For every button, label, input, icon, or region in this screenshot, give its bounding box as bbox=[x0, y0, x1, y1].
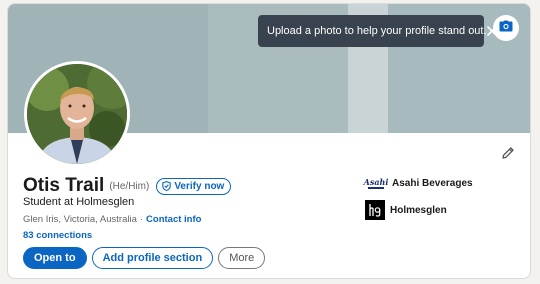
avatar[interactable] bbox=[24, 61, 130, 167]
location-text: Glen Iris, Victoria, Australia bbox=[23, 214, 137, 225]
shield-check-icon bbox=[162, 181, 172, 191]
pencil-icon bbox=[501, 146, 515, 165]
verify-now-button[interactable]: Verify now bbox=[156, 177, 232, 195]
profile-actions: Open to Add profile section More bbox=[23, 247, 270, 269]
affiliation-asahi[interactable]: Asahi Asahi Beverages bbox=[363, 176, 473, 190]
holmesglen-logo bbox=[365, 200, 385, 220]
upload-photo-tooltip: Upload a photo to help your profile stan… bbox=[258, 15, 497, 47]
contact-info-link[interactable]: Contact info bbox=[146, 214, 201, 225]
affiliation-holmesglen-label: Holmesglen bbox=[390, 204, 447, 216]
profile-photo bbox=[27, 64, 127, 164]
tooltip-text: Upload a photo to help your profile stan… bbox=[267, 25, 487, 37]
name-row: Otis Trail (He/Him) Verify now bbox=[23, 175, 232, 197]
location-row: Glen Iris, Victoria, Australia · Contact i… bbox=[23, 214, 201, 225]
asahi-logo: Asahi bbox=[363, 176, 389, 189]
camera-icon bbox=[499, 19, 513, 37]
edit-cover-button[interactable] bbox=[493, 15, 519, 41]
affiliation-asahi-label: Asahi Beverages bbox=[392, 177, 473, 189]
edit-profile-button[interactable] bbox=[499, 146, 517, 164]
location-separator: · bbox=[139, 214, 144, 225]
profile-card: Upload a photo to help your profile stan… bbox=[7, 3, 531, 279]
verify-label: Verify now bbox=[174, 180, 225, 192]
affiliation-holmesglen[interactable]: Holmesglen bbox=[365, 200, 447, 220]
more-button[interactable]: More bbox=[218, 247, 266, 269]
connections-link[interactable]: 83 connections bbox=[23, 230, 92, 241]
profile-name: Otis Trail bbox=[23, 175, 105, 196]
pronouns: (He/Him) bbox=[109, 180, 150, 192]
open-to-button[interactable]: Open to bbox=[23, 247, 87, 269]
headline: Student at Holmesglen bbox=[23, 196, 135, 208]
add-profile-section-button[interactable]: Add profile section bbox=[91, 247, 214, 269]
